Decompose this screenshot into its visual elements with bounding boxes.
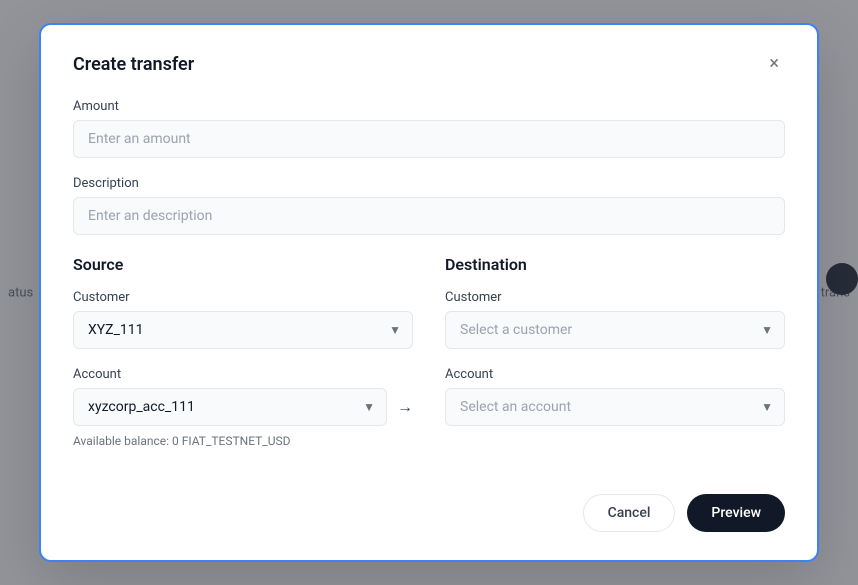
description-field-group: Description: [73, 176, 785, 235]
destination-customer-select-wrapper: Select a customer ▼: [445, 311, 785, 349]
destination-account-label: Account: [445, 367, 785, 382]
preview-button[interactable]: Preview: [687, 494, 785, 532]
destination-title: Destination: [445, 255, 785, 274]
modal-title: Create transfer: [73, 54, 194, 75]
modal-backdrop: Create transfer × Amount Description Sou…: [0, 0, 858, 585]
destination-customer-select[interactable]: Select a customer: [445, 311, 785, 349]
destination-account-group: Account Select an account ▼: [445, 367, 785, 426]
amount-input[interactable]: [73, 120, 785, 158]
destination-account-select-wrapper: Select an account ▼: [445, 388, 785, 426]
source-destination-columns: Source Customer XYZ_111 ▼ Account xyzcor…: [73, 255, 785, 466]
cancel-button[interactable]: Cancel: [583, 494, 676, 532]
source-customer-select[interactable]: XYZ_111: [73, 311, 413, 349]
modal-dialog: Create transfer × Amount Description Sou…: [39, 23, 819, 562]
source-account-select[interactable]: xyzcorp_acc_111: [73, 388, 387, 426]
description-input[interactable]: [73, 197, 785, 235]
modal-footer: Cancel Preview: [73, 494, 785, 532]
source-account-select-wrapper: xyzcorp_acc_111 ▼: [73, 388, 387, 426]
source-column: Source Customer XYZ_111 ▼ Account xyzcor…: [73, 255, 413, 466]
source-account-group: Account xyzcorp_acc_111 ▼ → Available ba…: [73, 367, 413, 448]
amount-field-group: Amount: [73, 99, 785, 158]
available-balance: Available balance: 0 FIAT_TESTNET_USD: [73, 434, 413, 448]
source-account-row: xyzcorp_acc_111 ▼ →: [73, 388, 413, 426]
close-button[interactable]: ×: [763, 53, 785, 75]
description-label: Description: [73, 176, 785, 191]
destination-account-select[interactable]: Select an account: [445, 388, 785, 426]
destination-customer-label: Customer: [445, 290, 785, 305]
source-customer-group: Customer XYZ_111 ▼: [73, 290, 413, 349]
amount-label: Amount: [73, 99, 785, 114]
destination-customer-group: Customer Select a customer ▼: [445, 290, 785, 349]
destination-column: Destination Customer Select a customer ▼…: [445, 255, 785, 466]
modal-header: Create transfer ×: [73, 53, 785, 75]
transfer-arrow-icon: →: [397, 397, 413, 417]
source-account-label: Account: [73, 367, 413, 382]
source-title: Source: [73, 255, 413, 274]
source-customer-label: Customer: [73, 290, 413, 305]
source-customer-select-wrapper: XYZ_111 ▼: [73, 311, 413, 349]
